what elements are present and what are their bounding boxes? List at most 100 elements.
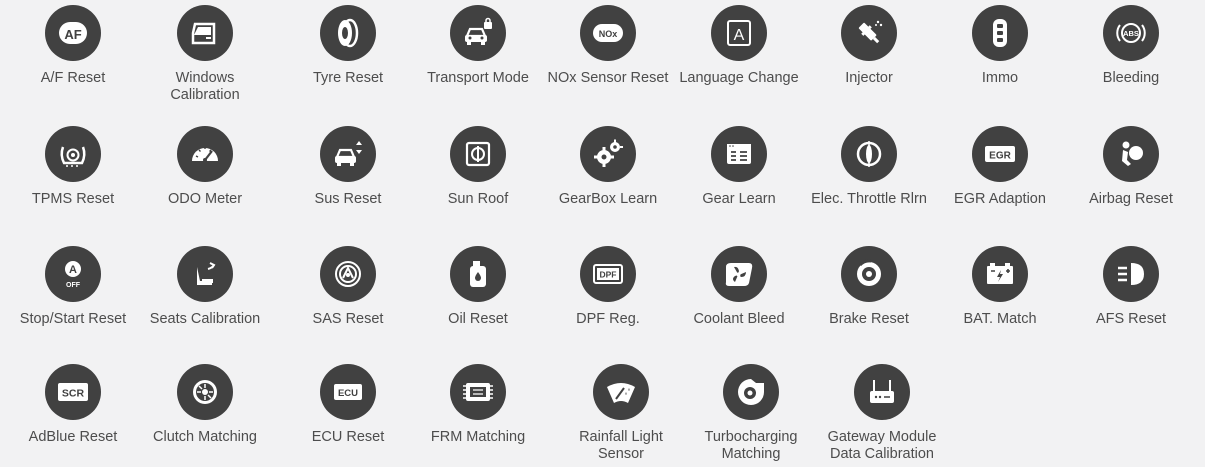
function-rainfall-light-sensor[interactable]: Rainfall Light Sensor xyxy=(556,364,686,463)
function-label: SAS Reset xyxy=(312,311,384,327)
odometer-icon xyxy=(177,126,233,182)
function-label: ECU Reset xyxy=(311,429,385,445)
language-icon: A xyxy=(711,5,767,61)
function-ecu-reset[interactable]: ECU ECU Reset xyxy=(283,364,413,446)
sunroof-icon xyxy=(450,126,506,182)
function-label: Brake Reset xyxy=(829,311,909,327)
function-gearbox-learn[interactable]: GearBox Learn xyxy=(543,126,673,208)
function-label: Bleeding xyxy=(1102,70,1160,86)
function-afs-reset[interactable]: AFS Reset xyxy=(1066,246,1196,328)
function-label: Oil Reset xyxy=(448,311,508,327)
function-immo[interactable]: Immo xyxy=(935,5,1065,87)
battery-icon xyxy=(972,246,1028,302)
svg-text:A: A xyxy=(69,264,77,276)
svg-text:SCR: SCR xyxy=(62,388,85,400)
function-label: Gateway Module Data Calibration xyxy=(827,429,937,462)
function-label: Sun Roof xyxy=(447,191,509,207)
function-injector[interactable]: Injector xyxy=(804,5,934,87)
function-label: Transport Mode xyxy=(427,70,529,86)
function-language-change[interactable]: A Language Change xyxy=(674,5,804,87)
svg-text:OFF: OFF xyxy=(66,282,81,289)
function-label: NOx Sensor Reset xyxy=(547,70,669,86)
function-tpms-reset[interactable]: TPMS Reset xyxy=(8,126,138,208)
function-label: Turbocharging Matching xyxy=(704,429,798,462)
airbag-icon xyxy=(1103,126,1159,182)
svg-text:AF: AF xyxy=(64,27,81,42)
rain-sensor-icon xyxy=(593,364,649,420)
function-af-reset[interactable]: AF A/F Reset xyxy=(8,5,138,87)
function-sus-reset[interactable]: Sus Reset xyxy=(283,126,413,208)
function-label: AFS Reset xyxy=(1095,311,1167,327)
key-fob-icon xyxy=(972,5,1028,61)
function-gear-learn[interactable]: Gear Learn xyxy=(674,126,804,208)
function-label: Gear Learn xyxy=(702,191,776,207)
tyre-icon xyxy=(320,5,376,61)
gateway-icon xyxy=(854,364,910,420)
function-stop-start-reset[interactable]: A OFF Stop/Start Reset xyxy=(8,246,138,328)
function-seats-calibration[interactable]: Seats Calibration xyxy=(140,246,270,328)
function-odo-meter[interactable]: ODO Meter xyxy=(140,126,270,208)
function-sun-roof[interactable]: Sun Roof xyxy=(413,126,543,208)
dpf-icon: DPF xyxy=(580,246,636,302)
injector-icon xyxy=(841,5,897,61)
function-turbocharging-matching[interactable]: Turbocharging Matching xyxy=(686,364,816,463)
function-label: Elec. Throttle Rlrn xyxy=(811,191,927,207)
function-label: Airbag Reset xyxy=(1089,191,1173,207)
function-bat-match[interactable]: BAT. Match xyxy=(935,246,1065,328)
function-label: EGR Adaption xyxy=(954,191,1046,207)
function-label: Rainfall Light Sensor xyxy=(579,429,663,462)
abs-icon: ABS xyxy=(1103,5,1159,61)
function-elec-throttle-rlrn[interactable]: Elec. Throttle Rlrn xyxy=(804,126,934,208)
function-clutch-matching[interactable]: Clutch Matching xyxy=(140,364,270,446)
headlight-icon xyxy=(1103,246,1159,302)
ecu-icon: ECU xyxy=(320,364,376,420)
throttle-icon xyxy=(841,126,897,182)
function-label: FRM Matching xyxy=(430,429,526,445)
af-icon: AF xyxy=(45,5,101,61)
function-label: Tyre Reset xyxy=(312,70,384,86)
service-function-grid: AF A/F Reset Windows Calibration Tyre Re… xyxy=(0,0,1205,467)
function-nox-sensor-reset[interactable]: NOx NOx Sensor Reset xyxy=(543,5,673,87)
tpms-icon xyxy=(45,126,101,182)
scr-icon: SCR xyxy=(45,364,101,420)
function-bleeding[interactable]: ABS Bleeding xyxy=(1066,5,1196,87)
function-oil-reset[interactable]: Oil Reset xyxy=(413,246,543,328)
svg-text:ECU: ECU xyxy=(338,388,358,399)
function-sas-reset[interactable]: SAS Reset xyxy=(283,246,413,328)
gear-learn-icon xyxy=(711,126,767,182)
function-label: AdBlue Reset xyxy=(28,429,118,445)
car-lock-icon xyxy=(450,5,506,61)
gears-icon xyxy=(580,126,636,182)
function-label: Immo xyxy=(981,70,1019,86)
function-label: ODO Meter xyxy=(167,191,243,207)
function-label: TPMS Reset xyxy=(31,191,115,207)
turbo-icon xyxy=(723,364,779,420)
function-label: Stop/Start Reset xyxy=(19,311,127,327)
function-adblue-reset[interactable]: SCR AdBlue Reset xyxy=(8,364,138,446)
function-gateway-module-data-calibration[interactable]: Gateway Module Data Calibration xyxy=(817,364,947,463)
svg-text:EGR: EGR xyxy=(989,151,1011,162)
function-tyre-reset[interactable]: Tyre Reset xyxy=(283,5,413,87)
function-airbag-reset[interactable]: Airbag Reset xyxy=(1066,126,1196,208)
svg-text:A: A xyxy=(734,27,745,44)
function-label: Language Change xyxy=(679,70,799,86)
function-frm-matching[interactable]: FRM Matching xyxy=(413,364,543,446)
function-label: Seats Calibration xyxy=(149,311,261,327)
frm-icon xyxy=(450,364,506,420)
window-icon xyxy=(177,5,233,61)
coolant-icon xyxy=(711,246,767,302)
function-brake-reset[interactable]: Brake Reset xyxy=(804,246,934,328)
svg-text:NOx: NOx xyxy=(599,29,618,39)
function-dpf-reg[interactable]: DPF DPF Reg. xyxy=(543,246,673,328)
steering-angle-icon xyxy=(320,246,376,302)
function-label: BAT. Match xyxy=(963,311,1037,327)
suspension-icon xyxy=(320,126,376,182)
brake-icon xyxy=(841,246,897,302)
function-windows-calibration[interactable]: Windows Calibration xyxy=(140,5,270,104)
svg-text:DPF: DPF xyxy=(600,270,617,280)
function-egr-adaption[interactable]: EGR EGR Adaption xyxy=(935,126,1065,208)
function-label: DPF Reg. xyxy=(576,311,640,327)
function-label: GearBox Learn xyxy=(558,191,658,207)
function-coolant-bleed[interactable]: Coolant Bleed xyxy=(674,246,804,328)
function-transport-mode[interactable]: Transport Mode xyxy=(413,5,543,87)
